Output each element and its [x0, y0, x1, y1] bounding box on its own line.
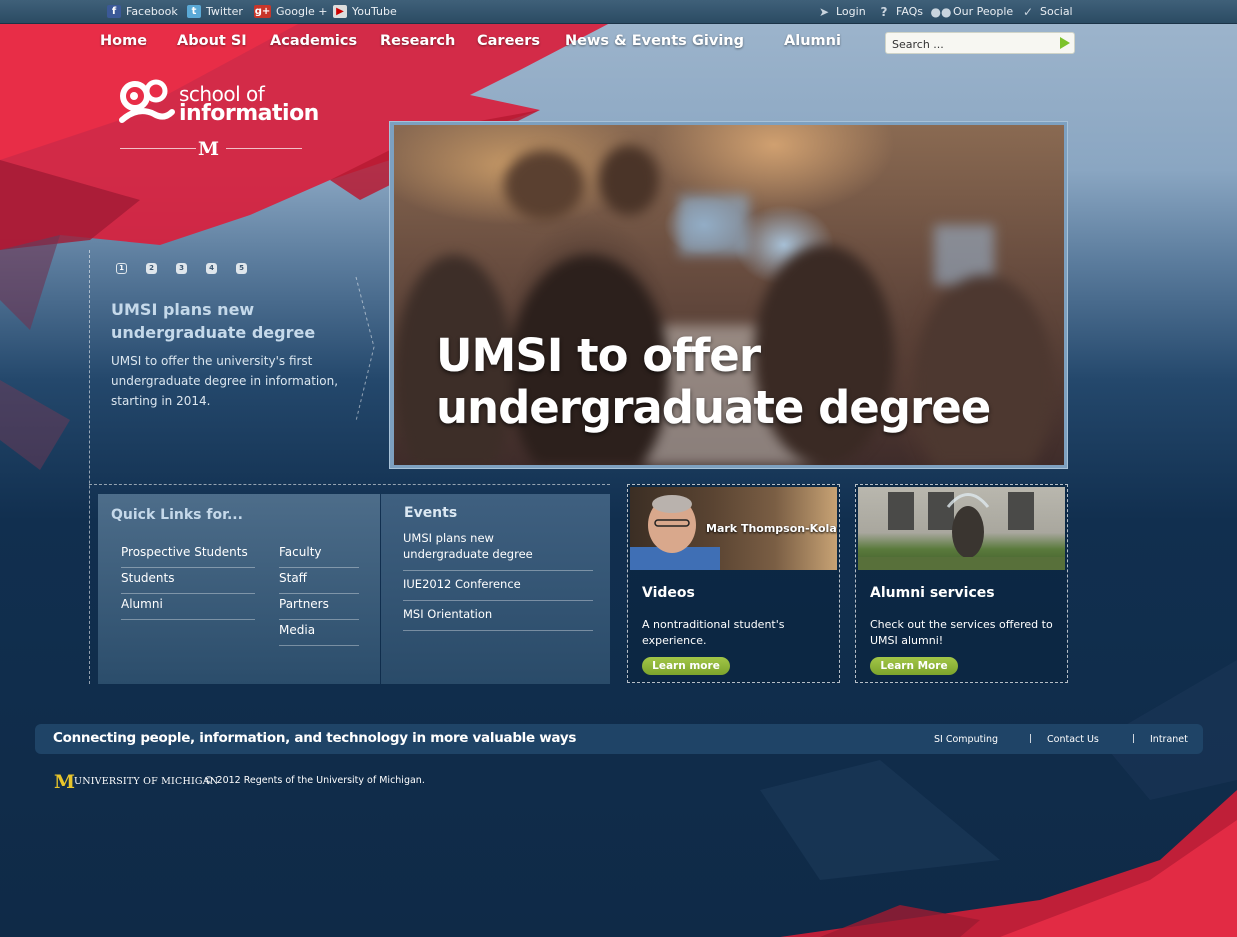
faqs-label: FAQs — [896, 5, 924, 18]
alumni-learn-more-button[interactable]: Learn More — [870, 657, 958, 675]
quick-link-students[interactable]: Students — [121, 571, 175, 585]
copyright-text: © 2012 Regents of the University of Mich… — [204, 775, 425, 786]
slider-page-1[interactable]: 1 — [116, 263, 127, 274]
logo-rule-left — [120, 148, 196, 149]
youtube-label: YouTube — [352, 5, 397, 18]
facebook-label: Facebook — [126, 5, 178, 18]
facebook-link[interactable]: f Facebook — [107, 5, 178, 18]
search-box — [885, 32, 1075, 54]
alumni-services-description: Check out the services offered to UMSI a… — [870, 618, 1053, 647]
footer-separator: | — [1132, 734, 1136, 744]
google-plus-icon: g+ — [254, 5, 271, 18]
divider — [403, 600, 593, 601]
alumni-services-title: Alumni services — [870, 585, 995, 601]
bird-icon: ✓ — [1022, 4, 1034, 19]
twitter-icon: t — [187, 5, 201, 18]
quick-link-alumni[interactable]: Alumni — [121, 597, 163, 611]
event-item[interactable]: IUE2012 Conference — [403, 576, 583, 592]
twitter-link[interactable]: t Twitter — [187, 5, 243, 18]
quick-links-title: Quick Links for... — [111, 507, 243, 523]
footer-tagline: Connecting people, information, and tech… — [53, 730, 577, 746]
faqs-link[interactable]: ? FAQs — [877, 4, 924, 19]
login-link[interactable]: ➤ Login — [817, 4, 866, 19]
divider — [279, 619, 359, 620]
facebook-icon: f — [107, 5, 121, 18]
slider-page-3[interactable]: 3 — [176, 263, 187, 274]
footer-link-intranet[interactable]: Intranet — [1150, 734, 1188, 745]
video-thumbnail[interactable]: Mark Thompson-Kolar — [630, 487, 837, 570]
twitter-label: Twitter — [206, 5, 243, 18]
nav-about-si[interactable]: About SI — [177, 33, 247, 49]
video-caption: Mark Thompson-Kolar — [706, 522, 837, 535]
videos-card: Mark Thompson-Kolar Videos A nontraditio… — [627, 484, 840, 683]
nav-alumni[interactable]: Alumni — [784, 33, 841, 49]
dotted-guide-mid — [89, 484, 610, 485]
youtube-icon: ▶ — [333, 5, 347, 18]
social-link[interactable]: ✓ Social — [1021, 4, 1073, 19]
quick-link-prospective-students[interactable]: Prospective Students — [121, 545, 248, 559]
footer-link-contact-us[interactable]: Contact Us — [1047, 734, 1099, 745]
google-plus-link[interactable]: g+ Google + — [254, 5, 328, 18]
hero-caption: UMSI to offer undergraduate degree — [436, 329, 991, 434]
search-input[interactable] — [890, 35, 1054, 53]
alumni-services-card: Alumni services Check out the services o… — [855, 484, 1068, 683]
social-top-bar: f Facebook t Twitter g+ Google + ▶ YouTu… — [0, 0, 1237, 24]
dotted-guide-left — [89, 250, 90, 684]
footer-separator: | — [1029, 734, 1033, 744]
divider — [121, 567, 255, 568]
um-block-m-icon: M — [54, 771, 76, 793]
question-icon: ? — [880, 4, 888, 19]
search-submit-arrow-icon[interactable] — [1060, 37, 1070, 49]
nav-careers[interactable]: Careers — [477, 33, 540, 49]
slide-title[interactable]: UMSI plans new undergraduate degree — [111, 298, 351, 344]
quick-link-media[interactable]: Media — [279, 623, 315, 637]
quick-link-faculty[interactable]: Faculty — [279, 545, 322, 559]
divider — [279, 593, 359, 594]
people-icon: ●● — [930, 4, 952, 19]
university-name: UNIVERSITY OF MICHIGAN — [74, 776, 219, 787]
divider — [121, 593, 255, 594]
youtube-link[interactable]: ▶ YouTube — [333, 5, 397, 18]
footer-link-si-computing[interactable]: SI Computing — [934, 734, 998, 745]
slider-page-2[interactable]: 2 — [146, 263, 157, 274]
videos-learn-more-button[interactable]: Learn more — [642, 657, 730, 675]
quick-link-partners[interactable]: Partners — [279, 597, 329, 611]
divider — [121, 619, 255, 620]
fountain-photo — [858, 492, 1065, 570]
slider-page-4[interactable]: 4 — [206, 263, 217, 274]
divider — [403, 630, 593, 631]
event-item[interactable]: MSI Orientation — [403, 606, 583, 622]
login-icon: ➤ — [818, 4, 830, 19]
nav-research[interactable]: Research — [380, 33, 455, 49]
nav-giving[interactable]: Giving — [692, 33, 744, 49]
divider — [403, 570, 593, 571]
social-label: Social — [1040, 5, 1073, 18]
event-item[interactable]: UMSI plans new undergraduate degree — [403, 530, 583, 562]
alumni-fountain-image[interactable] — [858, 487, 1065, 570]
nav-news-events[interactable]: News & Events — [565, 33, 687, 49]
events-title: Events — [404, 505, 458, 521]
um-block-m-logo: M — [198, 138, 220, 160]
nav-academics[interactable]: Academics — [270, 33, 357, 49]
logo-rule-right — [226, 148, 302, 149]
login-label: Login — [836, 5, 866, 18]
videos-title: Videos — [642, 585, 695, 601]
school-logo-mark-icon — [119, 79, 175, 123]
divider — [279, 567, 359, 568]
slide-arrow-decoration — [355, 276, 375, 422]
videos-description: A nontraditional student's experience. — [642, 618, 785, 647]
quick-link-staff[interactable]: Staff — [279, 571, 307, 585]
our-people-link[interactable]: ●● Our People — [930, 4, 1014, 19]
slide-description: UMSI to offer the university's first und… — [111, 354, 339, 408]
google-plus-label: Google + — [276, 5, 328, 18]
divider — [279, 645, 359, 646]
logo-line2: information — [179, 101, 319, 126]
nav-home[interactable]: Home — [100, 33, 147, 49]
our-people-label: Our People — [953, 5, 1014, 18]
slider-page-5[interactable]: 5 — [236, 263, 247, 274]
